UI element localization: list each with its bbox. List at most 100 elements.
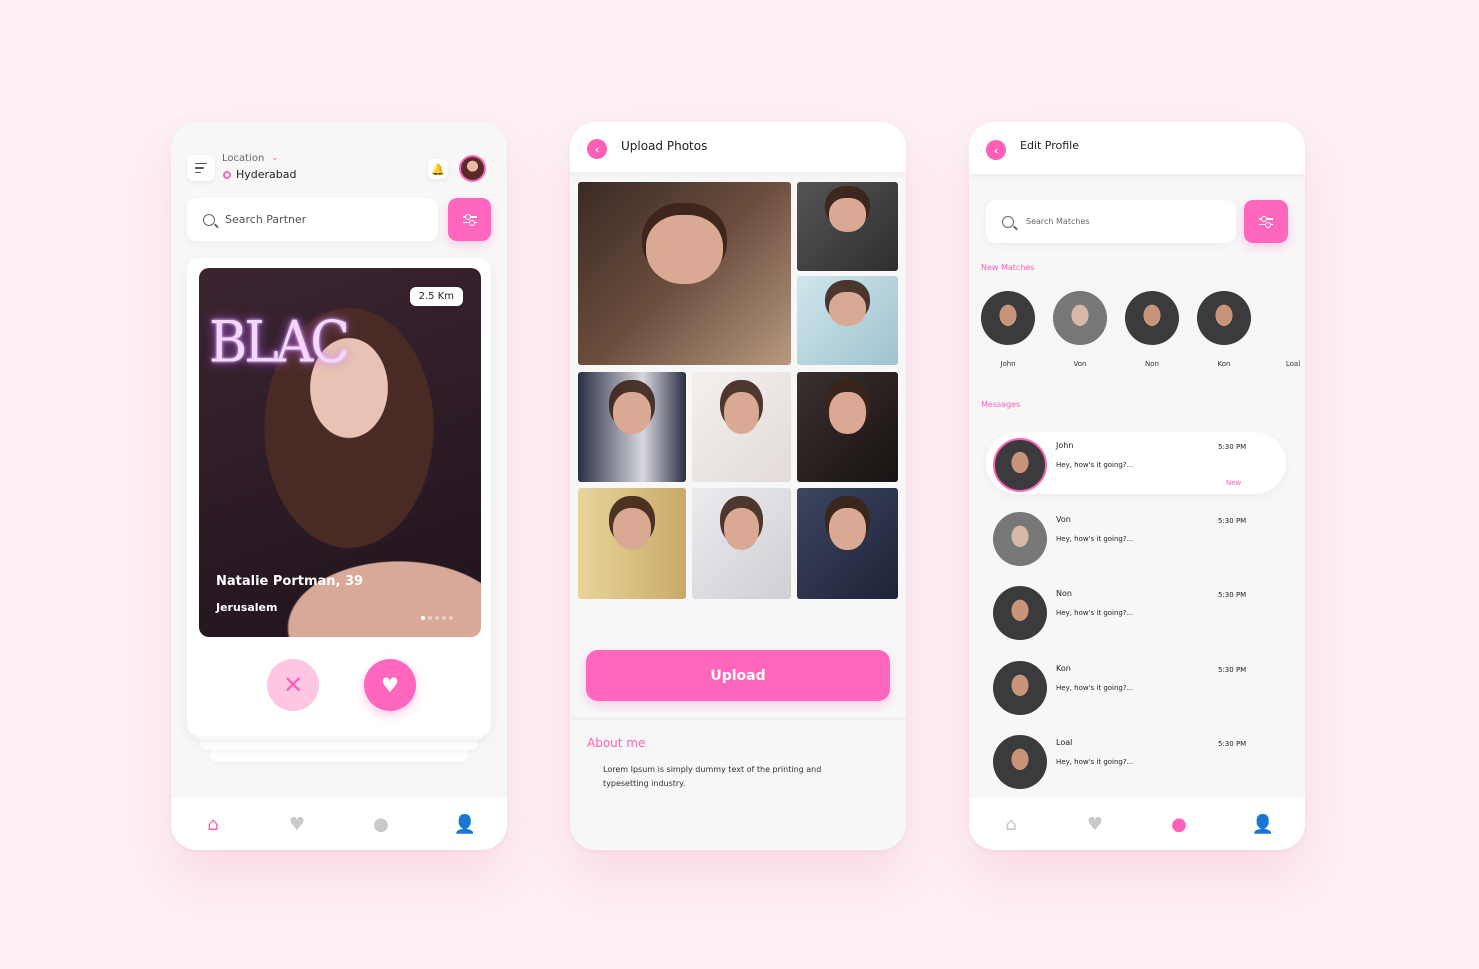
message-row[interactable]: John Hey, how's it going?... 5:30 PM New (986, 432, 1286, 494)
pagination-dot[interactable] (435, 616, 439, 620)
chevron-down-icon[interactable]: ⌄ (271, 153, 279, 163)
photo-tile[interactable] (578, 488, 686, 599)
home-screen: Location ⌄ Hyderabad 🔔 Search Partner BL… (171, 122, 507, 850)
photo-tile[interactable] (797, 372, 898, 482)
back-button[interactable]: ‹ (587, 139, 607, 159)
bottom-tab-bar: ⌂ ♥ ● 👤 (171, 798, 507, 850)
message-name: Von (1056, 515, 1071, 524)
menu-button[interactable] (187, 155, 215, 181)
message-name: Kon (1056, 664, 1071, 673)
filter-icon (1259, 216, 1273, 222)
distance-badge: 2.5 Km (409, 287, 463, 306)
message-preview: Hey, how's it going?... (1056, 535, 1134, 543)
search-input[interactable]: Search Partner (225, 213, 306, 226)
match-avatar (1266, 291, 1305, 345)
back-button[interactable]: ‹ (986, 140, 1006, 160)
search-icon (1002, 215, 1014, 228)
message-time: 5:30 PM (1218, 591, 1247, 599)
heart-icon: ♥ (381, 673, 399, 697)
message-row[interactable]: Loal Hey, how's it going?... 5:30 PM (986, 729, 1286, 791)
upload-screen: ‹ Upload Photos Upload About me Lorem Ip… (570, 122, 906, 850)
page-title: Edit Profile (1020, 139, 1080, 152)
profile-photo[interactable]: BLAC 2.5 Km Natalie Portman, 39 Jerusale… (199, 268, 481, 637)
message-avatar (993, 438, 1047, 492)
match-name: John (1000, 360, 1016, 368)
profile-card[interactable]: BLAC 2.5 Km Natalie Portman, 39 Jerusale… (187, 258, 491, 736)
like-button[interactable]: ♥ (364, 659, 416, 711)
card-stack-layer (210, 748, 468, 762)
match-avatar (1197, 291, 1251, 345)
message-avatar (993, 661, 1047, 715)
match-name: Non (1145, 360, 1159, 368)
chevron-left-icon: ‹ (594, 142, 600, 156)
bottom-tab-bar: ⌂ ♥ ● 👤 (969, 798, 1305, 850)
search-input[interactable]: Search Matches (1026, 217, 1090, 226)
avatar[interactable] (459, 155, 486, 182)
pagination-dot[interactable] (442, 616, 446, 620)
photo-tile[interactable] (578, 182, 791, 365)
new-matches-title: New Matches (981, 263, 1035, 272)
filter-button[interactable] (448, 198, 491, 241)
notification-icon[interactable]: 🔔 (428, 159, 448, 179)
chevron-left-icon: ‹ (993, 143, 999, 157)
filter-icon (462, 214, 477, 220)
reject-button[interactable]: ✕ (267, 659, 319, 711)
header: ‹ Edit Profile (969, 122, 1305, 174)
message-name: Non (1056, 589, 1072, 598)
photo-tile[interactable] (797, 276, 898, 365)
match-item[interactable]: Loal (1266, 291, 1305, 370)
match-item[interactable]: Von (1053, 291, 1107, 370)
message-avatar (993, 586, 1047, 640)
message-row[interactable]: Von Hey, how's it going?... 5:30 PM (986, 506, 1286, 568)
location-city[interactable]: Hyderabad (236, 168, 297, 181)
pagination-dot[interactable] (449, 616, 453, 620)
photo-tile[interactable] (578, 372, 686, 482)
heart-icon[interactable]: ♥ (1080, 814, 1110, 835)
match-name: Von (1073, 360, 1087, 368)
message-row[interactable]: Kon Hey, how's it going?... 5:30 PM (986, 655, 1286, 717)
pagination-dot[interactable] (421, 616, 425, 620)
match-avatar (1125, 291, 1179, 345)
message-avatar (993, 735, 1047, 789)
message-time: 5:30 PM (1218, 666, 1247, 674)
photo-tile[interactable] (797, 488, 898, 599)
about-title: About me (587, 736, 646, 750)
photo-tile[interactable] (692, 372, 791, 482)
match-avatar (1053, 291, 1107, 345)
chat-icon[interactable]: ● (1164, 814, 1194, 835)
close-icon: ✕ (282, 671, 304, 699)
search-bar[interactable]: Search Matches (986, 200, 1236, 243)
user-icon[interactable]: 👤 (450, 814, 480, 835)
match-name: Kon (1217, 360, 1231, 368)
match-avatar (981, 291, 1035, 345)
message-preview: Hey, how's it going?... (1056, 609, 1134, 617)
chat-icon[interactable]: ● (366, 814, 396, 835)
user-icon[interactable]: 👤 (1248, 814, 1278, 835)
match-name: Loal (1285, 360, 1301, 368)
message-time: 5:30 PM (1218, 517, 1247, 525)
header: ‹ Upload Photos (570, 122, 906, 172)
about-text: Lorem Ipsum is simply dummy text of the … (603, 765, 822, 788)
profile-name: Natalie Portman, 39 (216, 574, 364, 589)
photo-tile[interactable] (692, 488, 791, 599)
filter-button[interactable] (1244, 200, 1288, 243)
message-avatar (993, 512, 1047, 566)
new-badge: New (1226, 479, 1242, 487)
match-item[interactable]: Non (1125, 291, 1179, 370)
search-bar[interactable]: Search Partner (187, 198, 438, 241)
divider (570, 717, 906, 720)
photo-tile[interactable] (797, 182, 898, 271)
match-item[interactable]: John (981, 291, 1035, 370)
upload-button[interactable]: Upload (586, 650, 890, 701)
match-item[interactable]: Kon (1197, 291, 1251, 370)
photo-pagination[interactable] (421, 616, 453, 620)
heart-icon[interactable]: ♥ (282, 814, 312, 835)
message-preview: Hey, how's it going?... (1056, 461, 1134, 469)
messages-title: Messages (981, 400, 1021, 409)
home-icon[interactable]: ⌂ (198, 814, 228, 835)
pagination-dot[interactable] (428, 616, 432, 620)
page-title: Upload Photos (621, 139, 708, 153)
home-icon[interactable]: ⌂ (996, 814, 1026, 835)
message-row[interactable]: Non Hey, how's it going?... 5:30 PM (986, 580, 1286, 642)
message-name: Loal (1056, 738, 1073, 747)
